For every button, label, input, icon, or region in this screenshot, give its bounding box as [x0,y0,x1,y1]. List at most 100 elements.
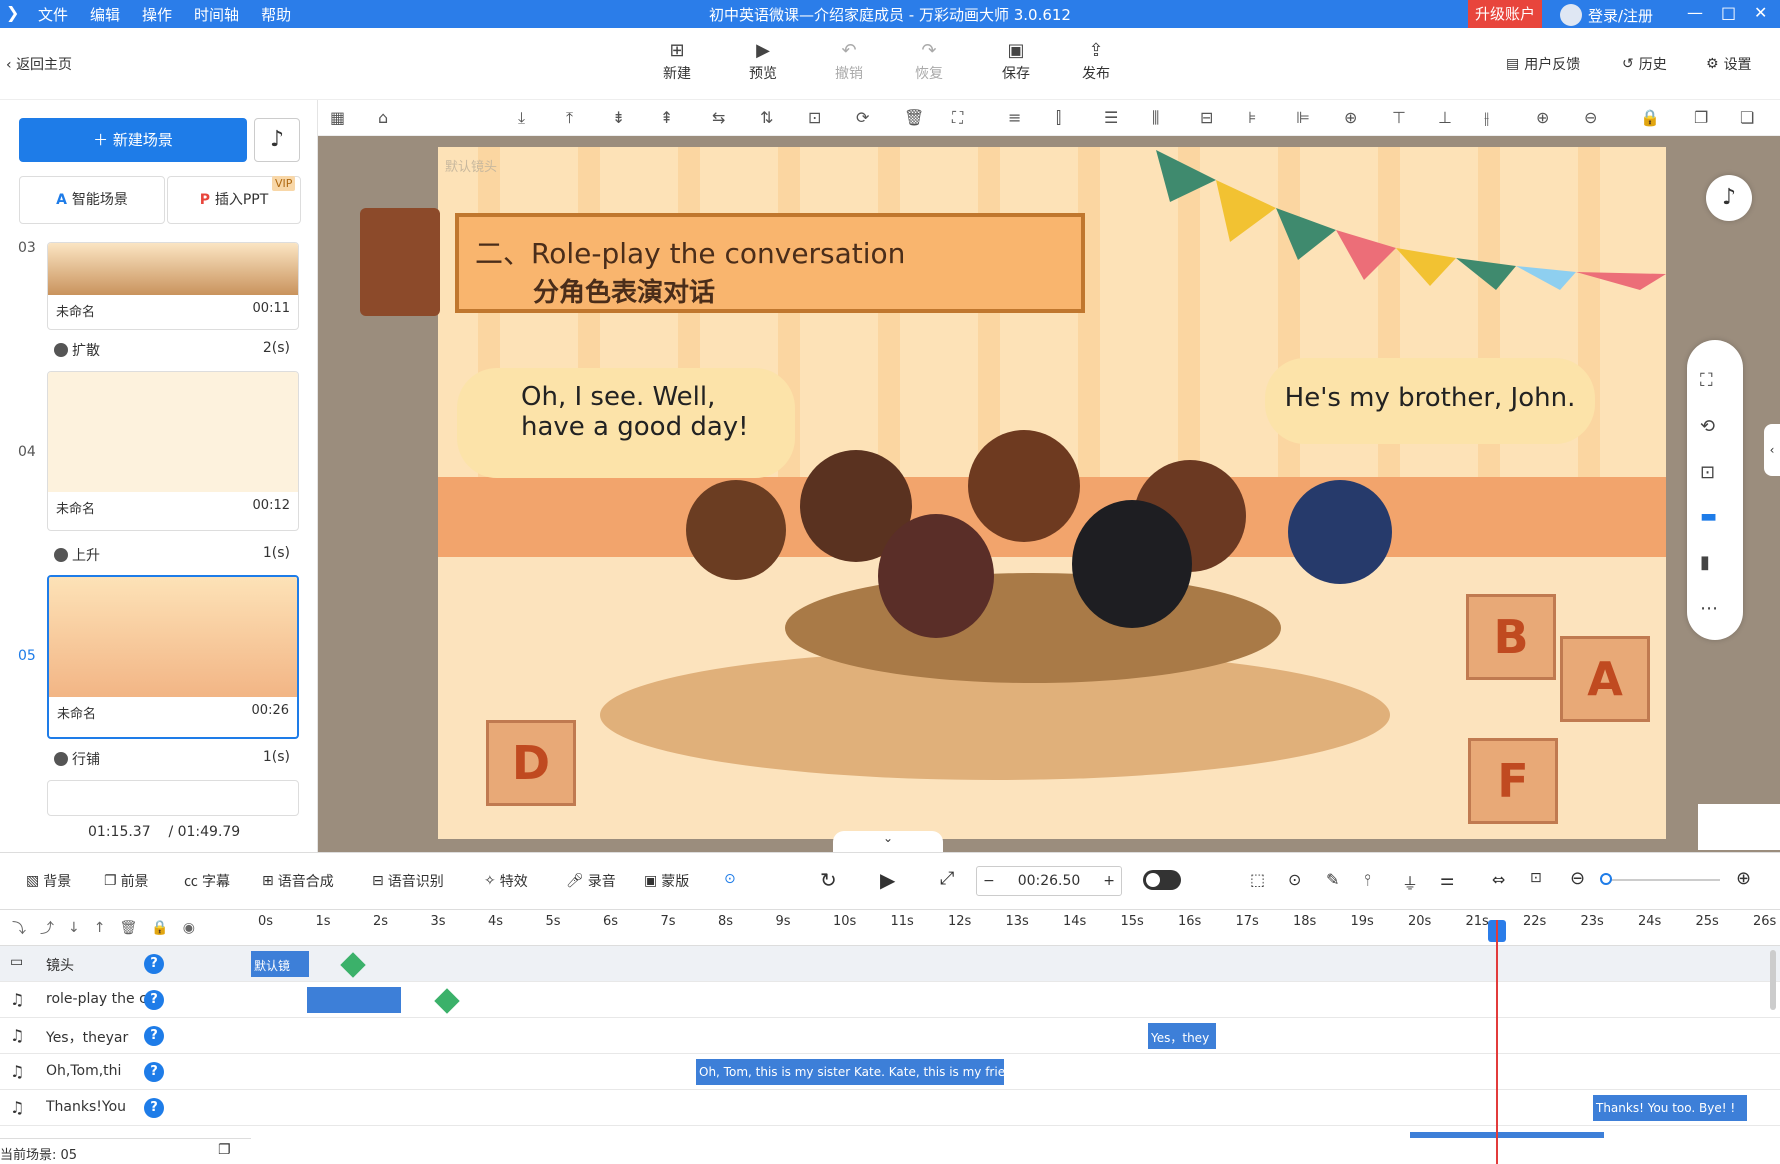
zoom-slider-thumb[interactable] [1600,873,1612,885]
audio-clip[interactable]: Yes，they [1148,1023,1216,1049]
align-top-icon[interactable]: ⤒ [566,108,573,128]
align-center-icon[interactable]: ≡ [1008,108,1021,127]
round-table[interactable] [785,573,1281,683]
character-boy-left[interactable] [686,480,786,580]
character-back-right[interactable] [1072,500,1192,628]
time-value[interactable]: 00:26.50 [1018,873,1081,889]
track-audio[interactable]: ♫ Yes，theyar ? [0,1018,1780,1054]
more-tools-button[interactable]: ⊙ [724,871,736,887]
center-v-icon[interactable]: ⊕ [1344,108,1357,127]
align-start-icon[interactable]: ⊧ [1248,108,1256,127]
more-icon[interactable]: ⋯ [1700,598,1718,619]
feedback-link[interactable]: ▤ 用户反馈 [1506,54,1580,74]
mobile-icon[interactable]: ▮ [1700,552,1710,573]
zoom-in-icon[interactable]: ⊕ [1536,108,1549,127]
settings-link[interactable]: ⚙ 设置 [1706,54,1752,74]
music-button[interactable]: ♪ [254,118,300,162]
login-button[interactable]: 登录/注册 [1560,4,1653,26]
character-boy-right[interactable] [1288,480,1392,584]
audio-clip-partial[interactable] [1410,1132,1604,1138]
camera-rotate-icon[interactable]: ⟲ [1700,416,1715,437]
letter-block-a[interactable]: A [1560,636,1650,722]
eye-icon[interactable]: ◉ [183,920,195,936]
collapse-canvas-button[interactable]: ⌄ [833,831,943,853]
tool-record[interactable]: 🎤︎ 录音 [566,871,616,891]
select-icon[interactable]: ⬚ [1250,870,1265,889]
scene-card-placeholder[interactable] [47,780,299,816]
speech-bubble-left[interactable]: Oh, I see. Well, have a good day! [457,368,795,478]
minus-icon[interactable]: − [983,873,995,889]
folder-in-icon[interactable]: ⤵ [12,918,26,938]
folder-out-icon[interactable]: ⤴ [40,918,54,938]
tool-effects[interactable]: ✧ 特效 [484,871,528,891]
audio-clip[interactable] [307,987,401,1013]
scene-card-04[interactable]: 未命名 00:12 [47,371,299,531]
minimize-button[interactable]: — [1687,3,1703,22]
adjust-icon[interactable]: ⚌ [1440,870,1454,889]
audio-clip[interactable]: Oh, Tom, this is my sister Kate. Kate, t… [696,1059,1004,1085]
move-up-icon[interactable]: ↑ [94,920,106,936]
tool-foreground[interactable]: ❐ 前景 [104,871,149,891]
letter-block-f[interactable]: F [1468,738,1558,824]
history-link[interactable]: ↺ 历史 [1622,54,1667,74]
copy-icon[interactable]: ❐ [218,1142,231,1158]
track-audio[interactable]: ♫ Thanks!You ? [0,1090,1780,1126]
zoom-slider[interactable] [1602,879,1720,881]
transition-row[interactable]: 上升 1(s) [54,545,290,565]
transition-row[interactable]: 扩散 2(s) [54,340,290,360]
upgrade-button[interactable]: 升级账户 [1468,0,1542,28]
edit-icon[interactable]: ✎ [1326,870,1339,889]
scene-card-03[interactable]: 未命名 00:11 [47,242,299,330]
character-boy-center[interactable] [968,430,1080,542]
layer-up-icon[interactable]: ⇞ [660,108,673,127]
camera-icon[interactable]: ⊙ [1288,870,1301,889]
home-icon[interactable]: ⌂ [378,108,388,127]
tool-asr[interactable]: ⊟ 语音识别 [372,871,444,891]
transition-row[interactable]: 行铺 1(s) [54,749,290,769]
padlock-icon[interactable]: 🔒 [1640,108,1660,127]
align-top-edge-icon[interactable]: ⊤ [1392,108,1406,127]
zoom-out-icon[interactable]: ⊖ [1584,108,1597,127]
align-right-icon[interactable]: ⫼ [1152,108,1159,128]
camera-clip[interactable]: 默认镜 [251,951,309,977]
help-icon[interactable]: ? [144,990,164,1010]
fit-width-icon[interactable]: ⇔ [1492,870,1505,889]
speech-bubble-right[interactable]: He's my brother, John. [1265,358,1595,444]
split-icon[interactable]: ⫯ [1364,870,1371,890]
paste-icon[interactable]: ❏ [1740,108,1754,127]
maximize-button[interactable]: □ [1721,3,1736,22]
time-stepper[interactable]: − 00:26.50 + [976,866,1122,896]
play-button[interactable]: ▶ [880,868,895,892]
undo-button[interactable]: ↶ 撤销 [823,40,875,83]
center-h-icon[interactable]: ⫲ [1484,108,1489,128]
save-button[interactable]: ▣ 保存 [990,40,1042,83]
flip-horizontal-icon[interactable]: ⇆ [712,108,725,127]
publish-button[interactable]: ⇪ 发布 [1070,40,1122,83]
help-icon[interactable]: ? [144,1026,164,1046]
help-icon[interactable]: ? [144,1062,164,1082]
layer-down-icon[interactable]: ⇟ [612,108,625,127]
tool-mask[interactable]: ▣ 蒙版 [644,871,689,891]
tool-tts[interactable]: ⊞ 语音合成 [262,871,334,891]
delete-icon[interactable]: 🗑 [904,108,924,127]
tool-background[interactable]: ▧ 背景 [26,871,71,891]
lock-icon[interactable]: ⊡ [808,108,821,127]
new-scene-button[interactable]: ＋ 新建场景 [19,118,247,162]
help-icon[interactable]: ? [144,1098,164,1118]
align-bottom-icon[interactable]: ⤓ [518,108,525,128]
zoom-out-icon[interactable]: ⊖ [1570,868,1585,889]
expand-icon[interactable]: ⤢ [940,868,954,889]
replay-icon[interactable]: ↻ [820,868,837,892]
preview-button[interactable]: ▶ 预览 [737,40,789,83]
crop-icon[interactable]: ⛶ [952,108,963,128]
new-button[interactable]: ⊞ 新建 [651,40,703,83]
zoom-in-icon[interactable]: ⊕ [1736,868,1751,889]
track-audio[interactable]: ♫ role-play the conv ? [0,982,1780,1018]
ruler-icon[interactable]: ▦ [330,108,345,127]
align-end-icon[interactable]: ⊫ [1296,108,1310,127]
delete-icon[interactable]: 🗑 [119,920,137,936]
flip-vertical-icon[interactable]: ⇅ [760,108,773,127]
scene-card-05[interactable]: 未命名 00:26 [47,575,299,739]
align-left-icon[interactable]: ⫿ [1056,108,1061,128]
collapse-right-handle[interactable]: ‹ [1764,424,1780,476]
